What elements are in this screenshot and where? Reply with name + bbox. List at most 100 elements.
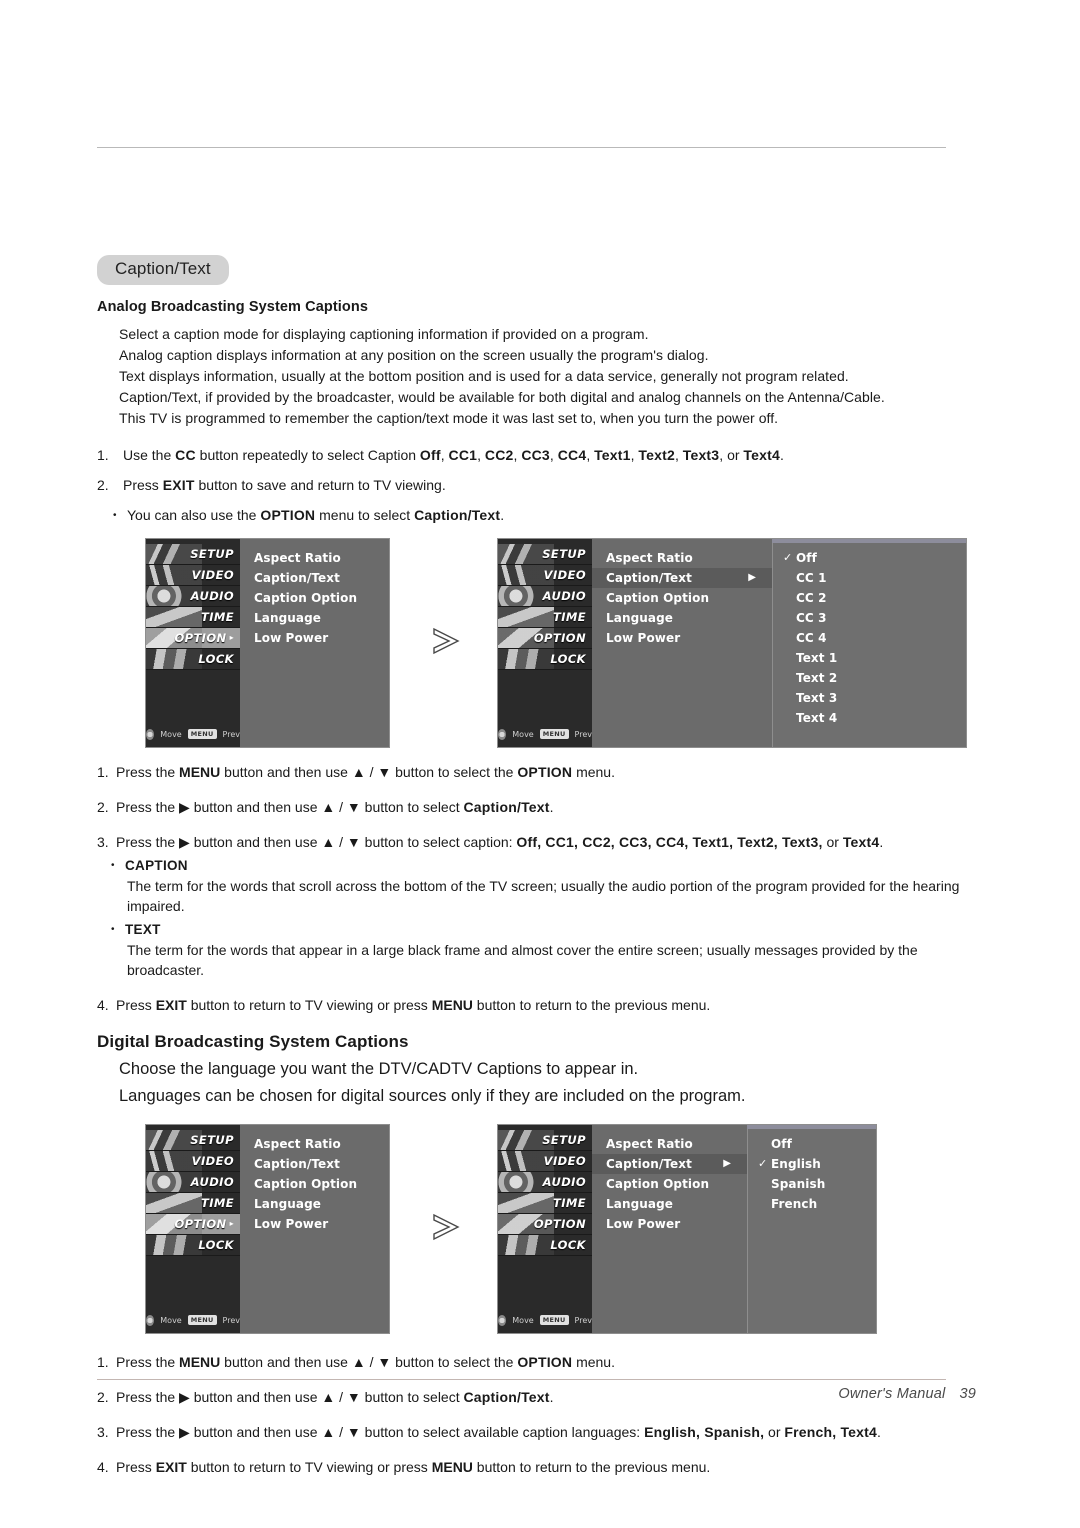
- osd-sidebar-label: TIME: [200, 1195, 234, 1210]
- flow-arrow-icon: [433, 1213, 460, 1240]
- osd-menu-item-low-power[interactable]: Low Power: [592, 1214, 747, 1234]
- osd-menu-item-aspect-ratio[interactable]: Aspect Ratio: [592, 548, 772, 568]
- right-arrow-icon: ▶: [179, 1423, 190, 1440]
- osd-sidebar-label: SETUP: [542, 546, 586, 561]
- osd-option-menu-list: Aspect Ratio Caption/Text Caption Option…: [240, 538, 389, 747]
- osd-sidebar-label: AUDIO: [542, 588, 586, 603]
- osd-value-label: Spanish: [771, 1176, 826, 1191]
- osd-value-off[interactable]: ✓ Off: [773, 548, 966, 568]
- osd-sidebar-item-option[interactable]: OPTION ▸: [146, 627, 240, 649]
- osd-menu-item-language[interactable]: Language: [240, 1194, 389, 1214]
- osd-sidebar-item-setup[interactable]: SETUP: [146, 543, 240, 565]
- step-text: Press EXIT button to save and return to …: [123, 476, 446, 493]
- osd-sidebar-label: TIME: [552, 609, 586, 624]
- osd-sidebar-item-time[interactable]: TIME: [146, 1192, 240, 1214]
- osd-menu-item-language[interactable]: Language: [592, 608, 772, 628]
- osd-menu-item-caption-text[interactable]: Caption/Text ▶: [592, 567, 772, 588]
- osd-menu-item-caption-text[interactable]: Caption/Text: [240, 1154, 389, 1174]
- osd-statusbar: Move MENU Prev: [498, 728, 592, 740]
- osd-sidebar-item-audio[interactable]: AUDIO: [146, 585, 240, 607]
- osd-menu-item-caption-option[interactable]: Caption Option: [240, 588, 389, 608]
- osd-sidebar-label: OPTION: [174, 1216, 227, 1231]
- move-label: Move: [512, 729, 534, 739]
- osd-sidebar-item-time[interactable]: TIME: [498, 1192, 592, 1214]
- analog-paragraph: Text displays information, usually at th…: [119, 367, 849, 384]
- osd-value-cc2[interactable]: CC 2: [773, 588, 966, 608]
- osd-sidebar-item-video[interactable]: VIDEO: [146, 1150, 240, 1172]
- osd-sidebar-label: LOCK: [550, 1237, 586, 1252]
- osd-menu-option: SETUP VIDEO AUDIO TIME OPTION ▸ LOCK Move…: [145, 537, 390, 748]
- osd-menu-item-low-power[interactable]: Low Power: [240, 628, 389, 648]
- osd-menu-item-aspect-ratio[interactable]: Aspect Ratio: [240, 1134, 389, 1154]
- osd-menu-item-language[interactable]: Language: [592, 1194, 747, 1214]
- osd-value-text3[interactable]: Text 3: [773, 688, 966, 708]
- definition-term: TEXT: [125, 921, 161, 937]
- menu-key-icon: MENU: [539, 729, 569, 740]
- step-number: 3.: [97, 833, 109, 850]
- osd-sidebar-item-video[interactable]: VIDEO: [498, 1150, 592, 1172]
- instruction-row: 3. Press the ▶ button and then use ▲ / ▼…: [97, 1422, 977, 1443]
- osd-sidebar-item-lock[interactable]: LOCK: [146, 1234, 240, 1256]
- osd-menu-item-low-power[interactable]: Low Power: [240, 1214, 389, 1234]
- osd-menu-item-low-power[interactable]: Low Power: [592, 628, 772, 648]
- osd-value-label: Text 4: [796, 710, 838, 725]
- osd-menu-item-caption-text[interactable]: Caption/Text: [240, 568, 389, 588]
- osd-sidebar-item-time[interactable]: TIME: [146, 606, 240, 628]
- bullet-icon: •: [111, 923, 115, 935]
- chevron-right-icon: ▸: [229, 633, 234, 643]
- osd-menu-item-caption-text[interactable]: Caption/Text ▶: [592, 1153, 747, 1174]
- analog-instructions: 1. Press the MENU button and then use ▲ …: [97, 762, 977, 1016]
- osd-sidebar-label: OPTION: [533, 630, 586, 645]
- instruction-row: 4. Press EXIT button to return to TV vie…: [97, 995, 977, 1016]
- osd-value-text1[interactable]: Text 1: [773, 648, 966, 668]
- osd-sidebar-label: TIME: [200, 609, 234, 624]
- osd-value-text2[interactable]: Text 2: [773, 668, 966, 688]
- osd-value-off[interactable]: Off: [748, 1134, 876, 1154]
- osd-sidebar-item-option[interactable]: OPTION: [498, 627, 592, 649]
- osd-value-spanish[interactable]: Spanish: [748, 1174, 876, 1194]
- updown-arrows-icon: ▲ / ▼: [351, 1353, 392, 1370]
- osd-sidebar-item-video[interactable]: VIDEO: [146, 564, 240, 586]
- osd-sidebar-item-lock[interactable]: LOCK: [498, 648, 592, 670]
- osd-value-cc4[interactable]: CC 4: [773, 628, 966, 648]
- osd-sidebar-label: SETUP: [190, 1132, 234, 1147]
- osd-menu-item-language[interactable]: Language: [240, 608, 389, 628]
- step-number: 2.: [97, 476, 109, 493]
- osd-sidebar-item-setup[interactable]: SETUP: [498, 543, 592, 565]
- osd-sidebar-item-video[interactable]: VIDEO: [498, 564, 592, 586]
- updown-arrows-icon: ▲ / ▼: [351, 763, 392, 780]
- osd-menu-item-aspect-ratio[interactable]: Aspect Ratio: [592, 1134, 747, 1154]
- manual-page: Caption/Text Analog Broadcasting System …: [0, 0, 1080, 1528]
- osd-value-text4[interactable]: Text 4: [773, 708, 966, 728]
- osd-screens-analog: SETUP VIDEO AUDIO TIME OPTION ▸ LOCK Move…: [97, 537, 977, 748]
- osd-menu-item-aspect-ratio[interactable]: Aspect Ratio: [240, 548, 389, 568]
- flow-arrow-icon: [433, 627, 460, 654]
- analog-steps: 1. Use the CC button repeatedly to selec…: [97, 445, 977, 526]
- osd-sidebar: SETUP VIDEO AUDIO TIME OPTION ▸ LOCK Move…: [146, 538, 240, 747]
- osd-sidebar-item-audio[interactable]: AUDIO: [498, 1171, 592, 1193]
- osd-sidebar-item-option[interactable]: OPTION: [498, 1213, 592, 1235]
- osd-value-cc3[interactable]: CC 3: [773, 608, 966, 628]
- osd-sidebar-label: TIME: [552, 1195, 586, 1210]
- page-content: Caption/Text Analog Broadcasting System …: [97, 255, 977, 1487]
- osd-value-french[interactable]: French: [748, 1194, 876, 1214]
- osd-sidebar-label: VIDEO: [543, 1153, 586, 1168]
- analog-paragraph: Analog caption displays information at a…: [119, 346, 709, 363]
- osd-menu-item-caption-option[interactable]: Caption Option: [592, 1174, 747, 1194]
- osd-sidebar-item-option[interactable]: OPTION ▸: [146, 1213, 240, 1235]
- move-label: Move: [160, 1315, 182, 1325]
- osd-sidebar-item-time[interactable]: TIME: [498, 606, 592, 628]
- step-text: Use the CC button repeatedly to select C…: [123, 446, 784, 463]
- osd-sidebar-item-setup[interactable]: SETUP: [146, 1129, 240, 1151]
- osd-value-english[interactable]: ✓ English: [748, 1154, 876, 1174]
- osd-sidebar-item-lock[interactable]: LOCK: [146, 648, 240, 670]
- osd-sidebar-item-setup[interactable]: SETUP: [498, 1129, 592, 1151]
- osd-menu-item-caption-option[interactable]: Caption Option: [592, 588, 772, 608]
- definition-text: • TEXT: [111, 919, 977, 940]
- osd-value-cc1[interactable]: CC 1: [773, 568, 966, 588]
- osd-menu-item-caption-option[interactable]: Caption Option: [240, 1174, 389, 1194]
- osd-sidebar-item-audio[interactable]: AUDIO: [498, 585, 592, 607]
- instruction-text: Press the ▶ button and then use ▲ / ▼ bu…: [116, 833, 884, 850]
- osd-sidebar-item-lock[interactable]: LOCK: [498, 1234, 592, 1256]
- osd-sidebar-item-audio[interactable]: AUDIO: [146, 1171, 240, 1193]
